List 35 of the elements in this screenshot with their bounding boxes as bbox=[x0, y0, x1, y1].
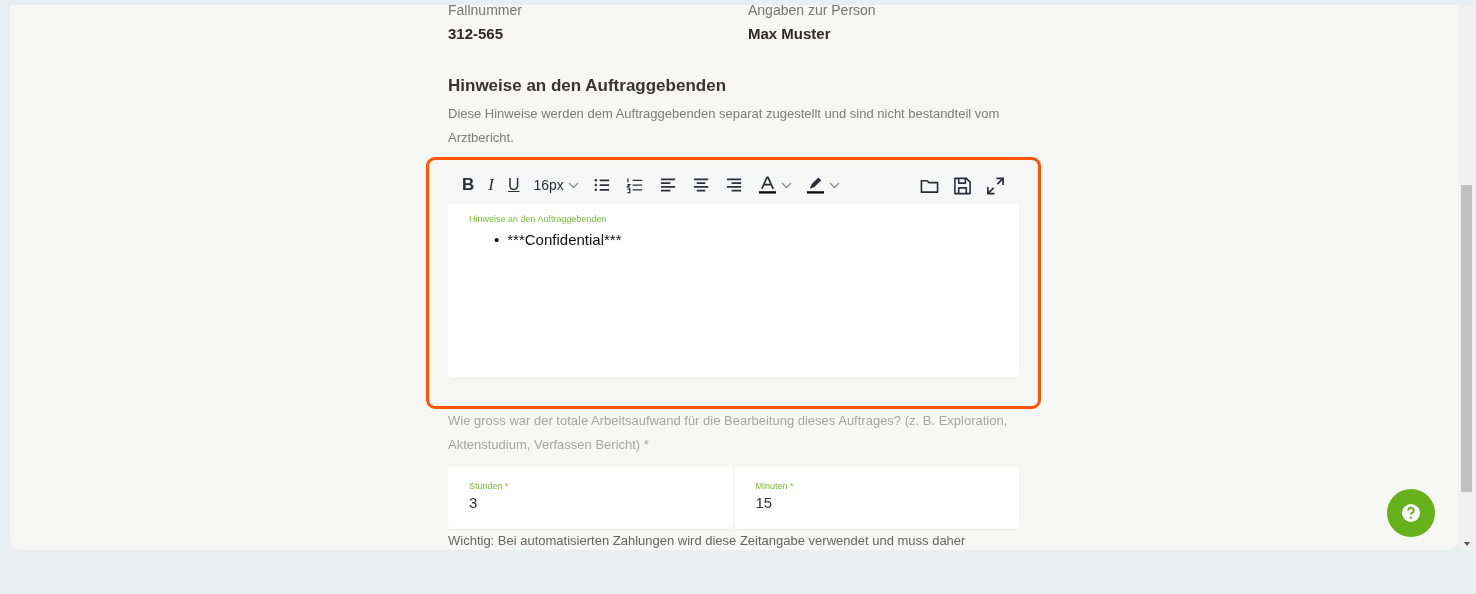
scroll-down-icon[interactable] bbox=[1464, 542, 1470, 546]
note-text: Wichtig: Bei automatisierten Zahlungen wird diese Zeitangabe verwendet und muss daher bbox=[448, 533, 967, 549]
field-label: Minuten * bbox=[755, 481, 795, 491]
chevron-down-icon bbox=[567, 181, 579, 189]
field-value: Max Muster bbox=[748, 25, 832, 42]
chevron-down-icon bbox=[780, 181, 792, 189]
scrollbar[interactable] bbox=[1458, 5, 1476, 550]
help-icon bbox=[1401, 503, 1421, 523]
bullet-item: ***Confidential*** bbox=[507, 230, 622, 250]
font-size-dropdown[interactable]: 16px bbox=[529, 171, 583, 199]
align-right-icon bbox=[724, 175, 744, 195]
expand-icon bbox=[986, 175, 1005, 195]
number-input[interactable]: 15 bbox=[755, 494, 998, 511]
numbered-list-icon bbox=[625, 175, 645, 195]
question-text: Wie gross war der totale Arbeitsaufwand für die Bearbeitung dieses Auftrages? (z. B. Exploration, Aktenstudium, Verfassen Bericht) * bbox=[448, 412, 1009, 454]
help-button[interactable] bbox=[1387, 489, 1435, 537]
italic-button[interactable]: I bbox=[484, 171, 498, 199]
field-label: Hinweise an den Auftraggebenden bbox=[469, 214, 608, 224]
section-title: Hinweise an den Auftraggebenden bbox=[448, 76, 728, 96]
field-label: Stunden * bbox=[469, 481, 510, 491]
bold-button[interactable]: B bbox=[458, 171, 479, 199]
field-value: 312-565 bbox=[448, 25, 505, 42]
number-input[interactable]: 3 bbox=[469, 494, 712, 511]
section-description: Diese Hinweise werden dem Auftraggebenden separat zugestellt und sind nicht bestandteil vom Arztbericht. bbox=[448, 105, 1001, 147]
field-label: Angaben zur Person bbox=[748, 5, 877, 18]
align-center-icon bbox=[691, 175, 711, 195]
rich-text-editor[interactable]: B I U 16px Hinweise an den Auftraggebenden • ***Confidential*** bbox=[448, 166, 1019, 378]
save-icon bbox=[953, 175, 972, 195]
underline-button[interactable]: U bbox=[503, 171, 524, 199]
field-label: Fallnummer bbox=[448, 5, 523, 18]
bullet-marker: • bbox=[494, 230, 500, 250]
text-color-icon bbox=[757, 175, 777, 195]
align-left-icon bbox=[658, 175, 678, 195]
chevron-down-icon bbox=[828, 181, 840, 189]
highlighter-icon bbox=[805, 175, 825, 195]
